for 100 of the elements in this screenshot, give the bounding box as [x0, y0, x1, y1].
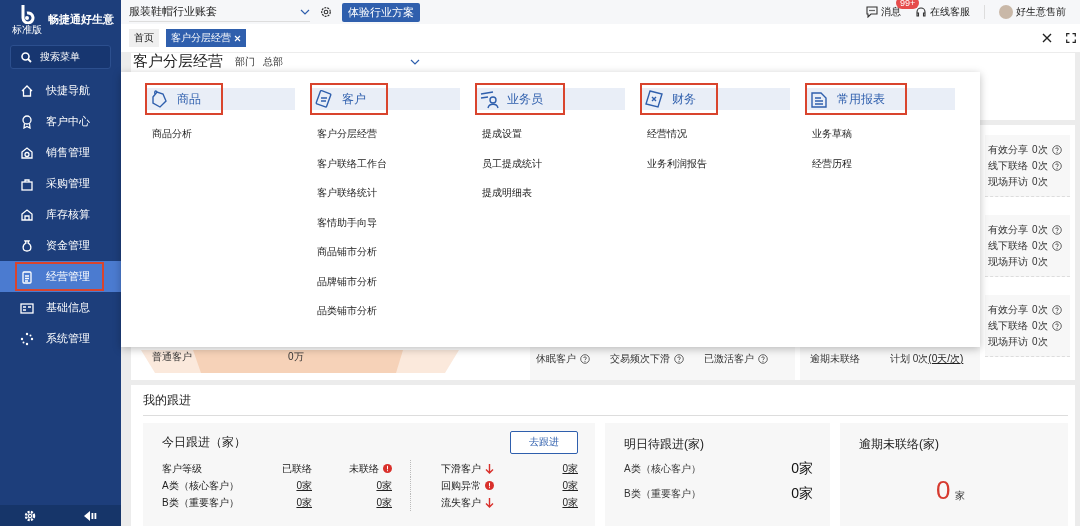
- menu-category[interactable]: 商品: [145, 83, 223, 115]
- menu-link[interactable]: 客户联络工作台: [317, 156, 387, 171]
- signal-label: 下滑客户: [441, 461, 481, 476]
- menu-link[interactable]: 品类铺市分析: [317, 304, 377, 319]
- stat-label: 现场拜访: [988, 334, 1028, 349]
- menu-link[interactable]: 客情助手向导: [317, 215, 377, 230]
- overdue-label: 逾期未联络: [810, 352, 860, 366]
- fullscreen-icon[interactable]: [1066, 33, 1076, 43]
- menu-link[interactable]: 经营历程: [812, 156, 852, 171]
- menu-category[interactable]: 业务员: [475, 83, 565, 115]
- amount-value: 0万: [288, 350, 304, 364]
- plan-link[interactable]: (0天/次): [928, 352, 964, 366]
- alert-icon: [485, 481, 494, 490]
- table-cell-text: A类（核心客户）: [162, 478, 240, 493]
- id-card-icon: [20, 300, 34, 315]
- search-menu-field[interactable]: 搜索菜单: [10, 45, 111, 69]
- stat-label: 现场拜访: [988, 174, 1028, 189]
- account-select[interactable]: 服装鞋帽行业账套: [129, 2, 310, 22]
- stat-value: 0次: [1032, 334, 1048, 349]
- arrow-down-icon: [485, 463, 494, 474]
- signal-value[interactable]: 0家: [562, 495, 578, 510]
- stat-value: 0次: [1032, 174, 1048, 189]
- stat-label: 休眠客户: [536, 352, 576, 366]
- menu-link[interactable]: 客户分层经营: [317, 127, 377, 142]
- stat-value: 0次: [1032, 318, 1048, 333]
- home-icon: [20, 83, 34, 98]
- arrow-down-icon: [485, 497, 494, 508]
- table-cell[interactable]: 0家: [296, 478, 312, 493]
- table-cell[interactable]: 0家: [296, 495, 312, 510]
- sidebar-item[interactable]: 客户中心: [0, 106, 121, 137]
- signal-label: 流失客户: [441, 495, 481, 510]
- person-search-icon: [479, 89, 499, 109]
- card-title: 逾期未联络(家): [859, 436, 940, 453]
- trial-solution-button[interactable]: 体验行业方案: [342, 2, 420, 22]
- menu-link[interactable]: 经营情况: [647, 127, 687, 142]
- menu-link[interactable]: 提成设置: [482, 127, 522, 142]
- stat-label: 线下联络: [988, 318, 1028, 333]
- sidebar-item[interactable]: 资金管理: [0, 230, 121, 261]
- card-title: 明日待跟进(家): [624, 436, 705, 453]
- loading-circle-icon: [20, 331, 34, 346]
- sidebar-item[interactable]: 快捷导航: [0, 75, 121, 106]
- column-header: 已联络: [282, 461, 312, 476]
- menu-link[interactable]: 业务草稿: [812, 127, 852, 142]
- stat-value: 0次: [1032, 302, 1048, 317]
- sidebar-item[interactable]: 库存核算: [0, 199, 121, 230]
- search-icon: [21, 51, 32, 63]
- tab[interactable]: 首页: [129, 29, 159, 47]
- count-value: 0家: [791, 460, 813, 478]
- tab[interactable]: 客户分层经营: [166, 29, 246, 47]
- menu-link[interactable]: 商品铺市分析: [317, 245, 377, 260]
- table-cell-text: B类（重要客户）: [162, 495, 240, 510]
- level-label: A类（核心客户）: [624, 462, 701, 476]
- sidebar-item[interactable]: 系统管理: [0, 323, 121, 354]
- report-lines-icon: [809, 89, 829, 109]
- department-select[interactable]: 部门 总部: [235, 56, 420, 67]
- column-header: 未联络: [349, 461, 379, 476]
- stat-label: 现场拜访: [988, 254, 1028, 269]
- menu-link[interactable]: 客户联络统计: [317, 186, 377, 201]
- stat-label: 交易频次下滑: [610, 352, 670, 366]
- stat-label: 有效分享: [988, 142, 1028, 157]
- menu-link[interactable]: 商品分析: [152, 127, 192, 142]
- money-bag-icon: [20, 238, 34, 253]
- close-icon[interactable]: [1042, 33, 1052, 43]
- stat-label: 线下联络: [988, 238, 1028, 253]
- signal-value[interactable]: 0家: [562, 461, 578, 476]
- document-card-icon: [314, 89, 334, 109]
- chevron-down-icon: [410, 58, 420, 65]
- sidebar-item[interactable]: 销售管理: [0, 137, 121, 168]
- table-cell[interactable]: 0家: [376, 478, 392, 493]
- menu-link[interactable]: 提成明细表: [482, 186, 532, 201]
- user-name[interactable]: 好生意售前: [1016, 5, 1066, 19]
- stat-label: 已激活客户: [704, 352, 754, 366]
- sidebar-item[interactable]: 基础信息: [0, 292, 121, 323]
- section-title: 我的跟进: [143, 385, 1068, 416]
- collapse-icon[interactable]: [83, 509, 98, 522]
- shop-icon: [20, 145, 34, 160]
- search-placeholder: 搜索菜单: [40, 50, 80, 64]
- stat-value: 0次: [1032, 158, 1048, 173]
- follow-up-button[interactable]: 去跟进: [510, 430, 578, 454]
- menu-category[interactable]: 常用报表: [805, 83, 907, 115]
- highlighted-sidebar-item[interactable]: 经营管理: [15, 262, 104, 291]
- menu-link[interactable]: 品牌铺市分析: [317, 274, 377, 289]
- menu-category[interactable]: 财务: [640, 83, 718, 115]
- menu-link[interactable]: 员工提成统计: [482, 156, 542, 171]
- menu-category[interactable]: 客户: [310, 83, 388, 115]
- stat-label: 线下联络: [988, 158, 1028, 173]
- chevron-down-icon: [300, 8, 310, 15]
- warehouse-icon: [20, 207, 34, 222]
- signal-value[interactable]: 0家: [562, 478, 578, 493]
- menu-link[interactable]: 业务利润报告: [647, 156, 707, 171]
- settings-icon[interactable]: [320, 6, 332, 18]
- count-value: 0家: [791, 485, 813, 503]
- medal-icon: [20, 114, 34, 129]
- headset-icon: [915, 6, 927, 18]
- shopping-bag-icon: [20, 176, 34, 191]
- sidebar-item[interactable]: 采购管理: [0, 168, 121, 199]
- page-title: 客户分层经营: [133, 53, 223, 69]
- clipboard-icon: [20, 269, 34, 284]
- table-cell[interactable]: 0家: [376, 495, 392, 510]
- stat-value: 0次: [1032, 238, 1048, 253]
